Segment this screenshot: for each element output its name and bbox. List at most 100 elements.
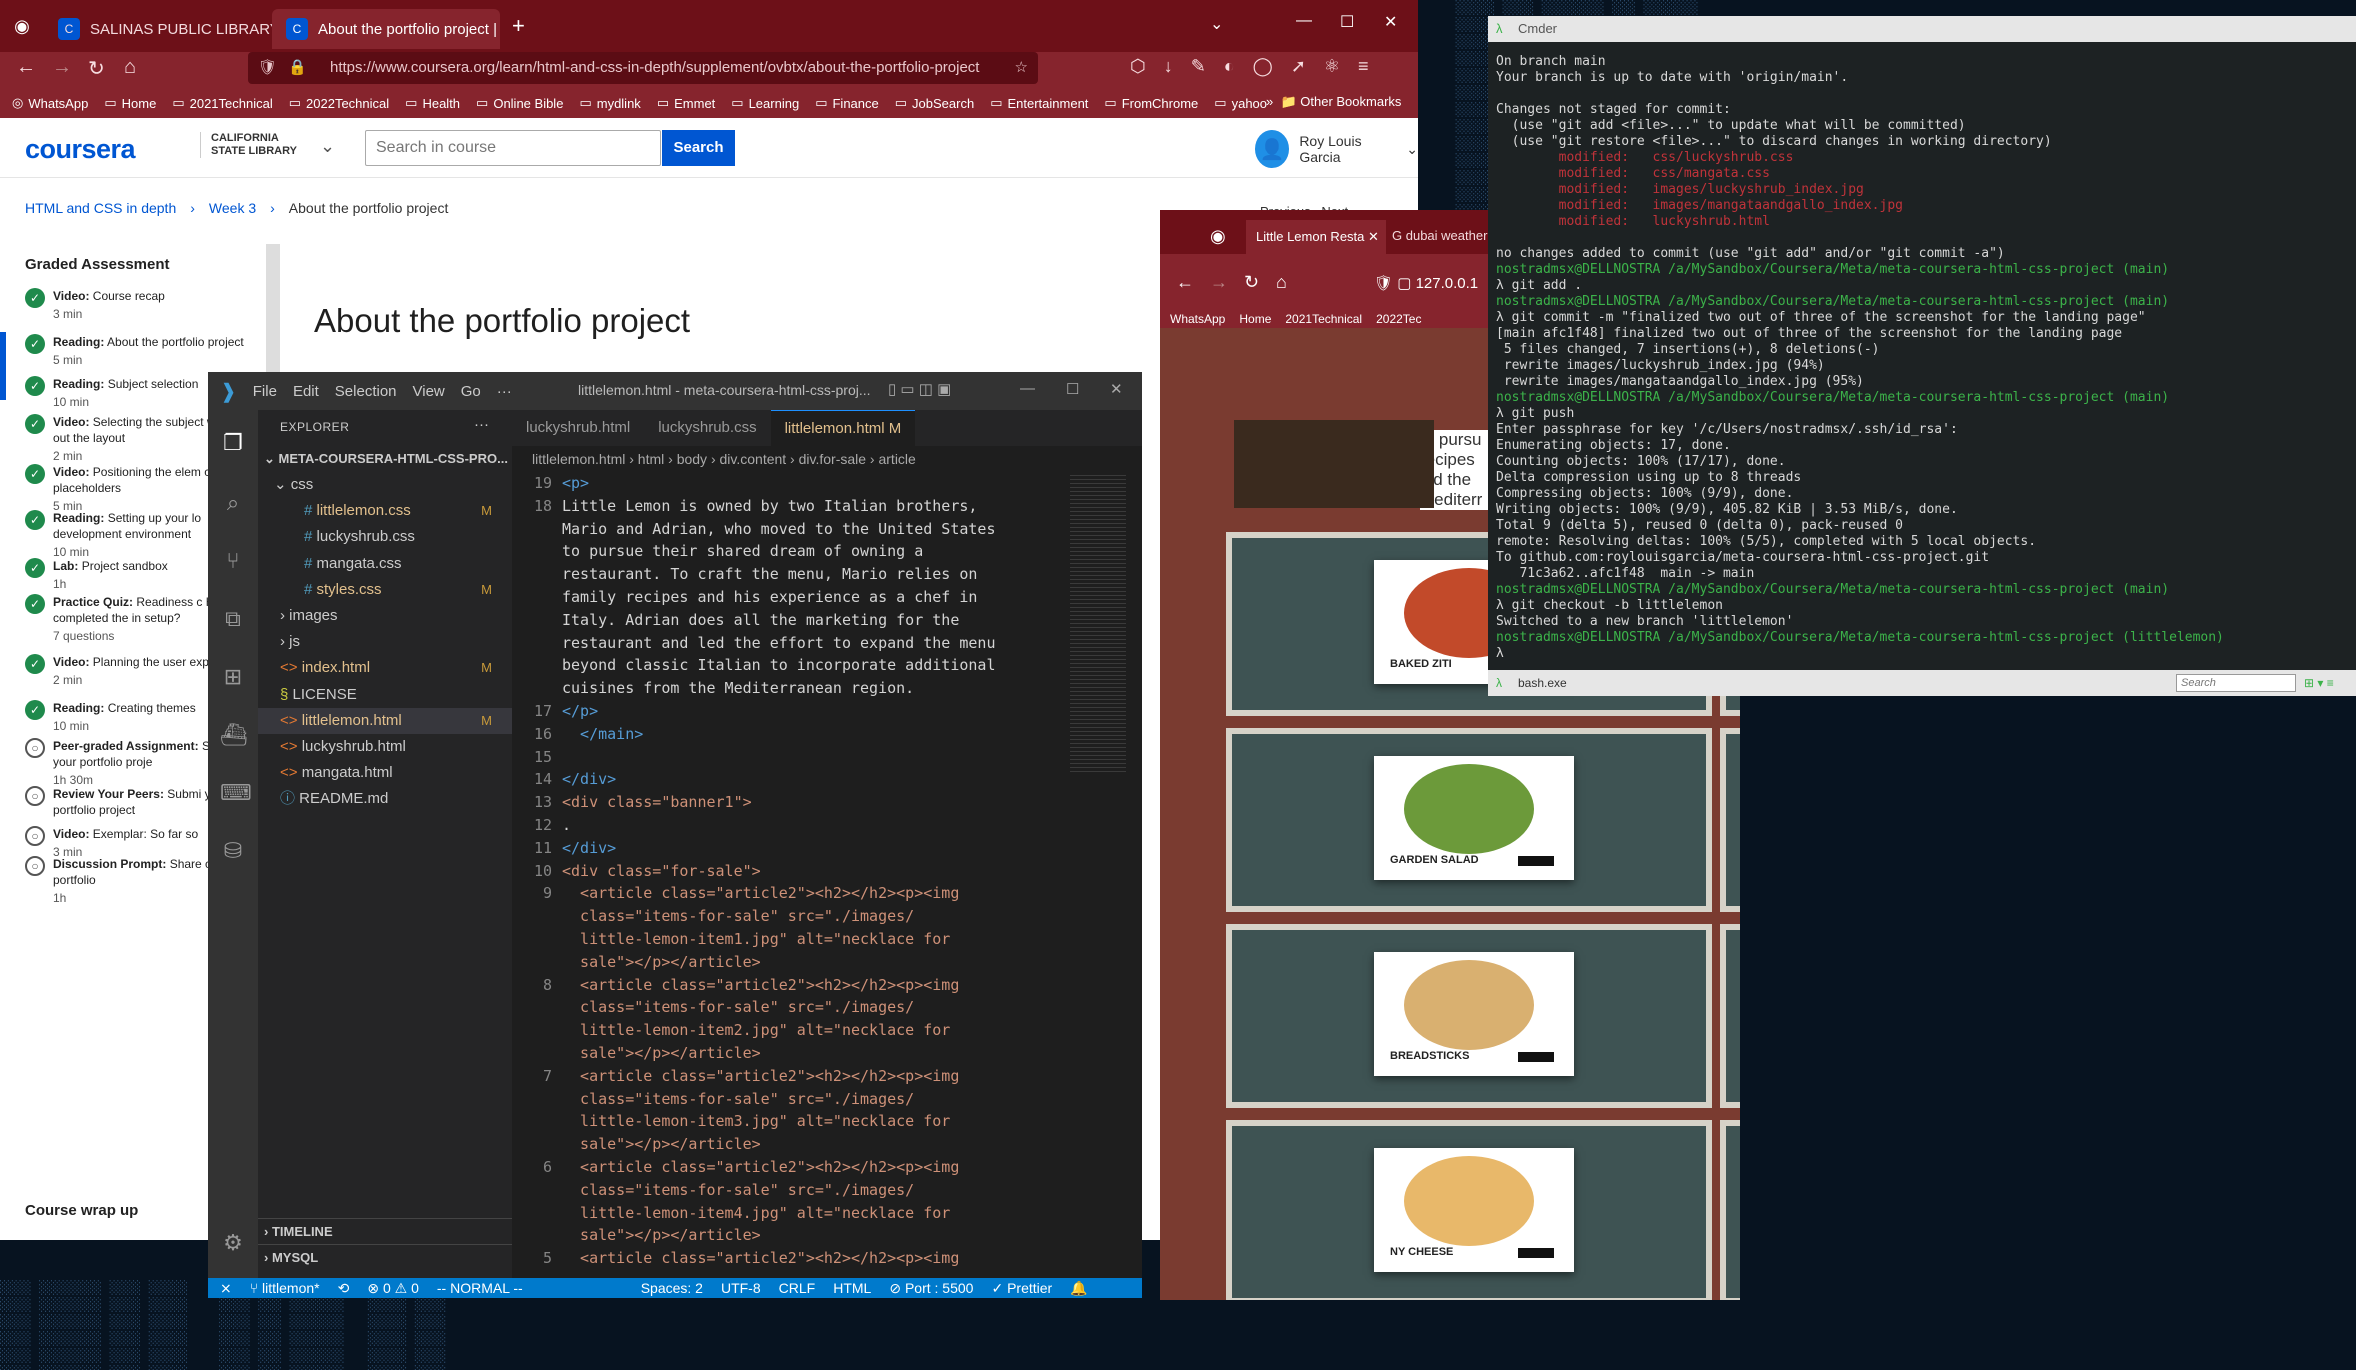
bookmark-10[interactable]: ▭ JobSearch xyxy=(895,95,974,111)
bookmark-6[interactable]: ▭ mydlink xyxy=(579,95,640,111)
bookmark-2[interactable]: 2021Technical xyxy=(1285,312,1362,326)
coursera-logo[interactable]: coursera xyxy=(25,134,136,165)
menu-item-image[interactable]: BREADSTICKS xyxy=(1374,952,1574,1076)
eol-status[interactable]: CRLF xyxy=(779,1280,816,1296)
file-item[interactable]: <> mangata.html xyxy=(258,760,512,786)
bookmark-7[interactable]: ▭ Emmet xyxy=(657,95,715,111)
menu-item[interactable]: File xyxy=(253,383,277,400)
encoding-status[interactable]: UTF-8 xyxy=(721,1280,761,1296)
order-button[interactable] xyxy=(1518,1052,1554,1062)
minimize-icon[interactable]: — xyxy=(1296,12,1312,30)
bookmark-13[interactable]: ▭ yahoo xyxy=(1214,95,1267,111)
terminal-output[interactable]: On branch main Your branch is up to date … xyxy=(1496,54,2356,662)
forward-icon[interactable]: → xyxy=(1210,272,1228,293)
bookmark-3[interactable]: ▭ 2022Technical xyxy=(289,95,389,111)
terminal-search-input[interactable]: Search xyxy=(2176,674,2296,692)
language-status[interactable]: HTML xyxy=(833,1280,871,1296)
new-tab-button[interactable]: + xyxy=(512,13,525,39)
tab-salinas[interactable]: C SALINAS PUBLIC LIBRARY | Co xyxy=(44,9,272,49)
file-item[interactable]: # luckyshrub.css xyxy=(258,524,512,550)
file-item[interactable]: # mangata.css xyxy=(258,551,512,577)
menu-item[interactable]: Selection xyxy=(335,383,397,400)
timeline-section[interactable]: › TIMELINE xyxy=(258,1218,512,1244)
editor-tab[interactable]: luckyshrub.html xyxy=(512,410,644,446)
file-item[interactable]: › images xyxy=(258,603,512,629)
firefox-icon[interactable]: ◉ xyxy=(1210,226,1226,247)
minimap[interactable] xyxy=(1070,472,1126,772)
search-icon[interactable]: ⌕ xyxy=(220,490,246,516)
toolbar-extensions[interactable]: ⬡↓✎◐◯➚⚛≡ xyxy=(1130,56,1387,77)
order-button[interactable] xyxy=(1518,856,1554,866)
file-item[interactable]: › js xyxy=(258,629,512,655)
branch-status[interactable]: ⑂ littlemon* xyxy=(250,1280,320,1296)
address-bar[interactable]: 🛡 ▢ 127.0.0.1 xyxy=(1374,274,1478,292)
editor-tab[interactable]: luckyshrub.css xyxy=(644,410,770,446)
editor-tab[interactable]: littlelemon.html M xyxy=(770,410,916,446)
gear-icon[interactable]: ⚙ xyxy=(220,1230,246,1256)
project-root[interactable]: ⌄ META-COURSERA-HTML-CSS-PRO... xyxy=(258,446,512,472)
more-icon[interactable]: ··· xyxy=(474,416,489,433)
other-bookmarks[interactable]: » 📁 Other Bookmarks xyxy=(1266,94,1401,110)
mysql-section[interactable]: › MYSQL xyxy=(258,1244,512,1270)
indent-status[interactable]: Spaces: 2 xyxy=(641,1280,703,1296)
problems-status[interactable]: ⊗ 0 ⚠ 0 xyxy=(367,1280,419,1297)
maximize-icon[interactable]: ☐ xyxy=(1066,380,1079,398)
back-icon[interactable]: ← xyxy=(1176,272,1194,293)
add-console-icon[interactable]: ⊞ ▾ ≡ xyxy=(2304,670,2334,696)
explorer-icon[interactable]: ❐ xyxy=(220,430,246,456)
file-item[interactable]: <> luckyshrub.html xyxy=(258,734,512,760)
bookmark-0[interactable]: ◎ WhatsApp xyxy=(12,95,88,111)
file-item[interactable]: <> littlelemon.html M xyxy=(258,707,512,734)
close-window-icon[interactable]: ✕ xyxy=(1384,12,1397,32)
firefox-icon[interactable]: ◉ xyxy=(0,16,44,37)
code-editor[interactable]: 19 <p> 18 Little Lemon is owned by two Ital… xyxy=(512,472,1142,1278)
partner-logo[interactable]: CALIFORNIA STATE LIBRARY xyxy=(200,132,297,158)
bookmark-8[interactable]: ▭ Learning xyxy=(731,95,799,111)
file-item[interactable]: ⌄ css xyxy=(258,472,512,498)
menu-item[interactable]: View xyxy=(413,383,445,400)
address-bar[interactable]: 🛡 🔒 https://www.coursera.org/learn/html-… xyxy=(248,52,1038,84)
menu-item-image[interactable]: GARDEN SALAD xyxy=(1374,756,1574,880)
close-window-icon[interactable]: ✕ xyxy=(1110,380,1123,398)
bookmark-11[interactable]: ▭ Entertainment xyxy=(990,95,1088,111)
remote-icon[interactable]: ⧉ xyxy=(220,606,246,632)
extensions-icon[interactable]: ⊞ xyxy=(220,664,246,690)
breadcrumb-course[interactable]: HTML and CSS in depth xyxy=(25,200,176,216)
file-item[interactable]: ⓘ README.md xyxy=(258,786,512,812)
reload-icon[interactable]: ↻ xyxy=(88,56,105,81)
live-server-status[interactable]: ⊘ Port : 5500 xyxy=(889,1280,973,1297)
menu-item[interactable]: ··· xyxy=(497,383,512,400)
file-item[interactable]: # styles.css M xyxy=(258,577,512,603)
database-icon[interactable]: ⛁ xyxy=(220,838,246,864)
user-menu[interactable]: 👤 Roy Louis Garcia ⌄ xyxy=(1255,130,1418,168)
bookmark-12[interactable]: ▭ FromChrome xyxy=(1104,95,1198,111)
home-icon[interactable]: ⌂ xyxy=(124,56,136,79)
editor-breadcrumb[interactable]: littlelemon.html › html › body › div.con… xyxy=(512,446,1142,472)
terminal-tab[interactable]: bash.exe xyxy=(1518,676,1567,690)
bookmark-9[interactable]: ▭ Finance xyxy=(815,95,879,111)
menu-item-image[interactable]: NY CHEESE xyxy=(1374,1148,1574,1272)
docker-icon[interactable]: ⛴ xyxy=(220,722,248,748)
search-button[interactable]: Search xyxy=(662,130,735,166)
tab-little-lemon[interactable]: Little Lemon Resta ✕ xyxy=(1246,220,1386,254)
bookmark-1[interactable]: ▭ Home xyxy=(104,95,156,111)
bookmark-5[interactable]: ▭ Online Bible xyxy=(476,95,563,111)
order-button[interactable] xyxy=(1518,1248,1554,1258)
breadcrumb-week[interactable]: Week 3 xyxy=(209,200,256,216)
home-icon[interactable]: ⌂ xyxy=(1276,272,1287,293)
lesson-item[interactable]: ✓ Reading: About the portfolio project 5 m… xyxy=(25,334,265,368)
bookmark-3[interactable]: 2022Tec xyxy=(1376,312,1421,326)
terminal-icon[interactable]: ⌨ xyxy=(220,780,252,806)
file-item[interactable]: § LICENSE xyxy=(258,682,512,708)
minimize-icon[interactable]: — xyxy=(1020,380,1035,397)
maximize-icon[interactable]: ☐ xyxy=(1340,12,1354,32)
file-item[interactable]: # littlelemon.css M xyxy=(258,498,512,524)
reload-icon[interactable]: ↻ xyxy=(1244,272,1259,293)
menu-item[interactable]: Edit xyxy=(293,383,319,400)
bookmark-4[interactable]: ▭ Health xyxy=(405,95,460,111)
source-control-icon[interactable]: ⑂ xyxy=(220,548,246,574)
back-icon[interactable]: ← xyxy=(16,56,36,79)
file-item[interactable]: <> index.html M xyxy=(258,655,512,681)
bell-icon[interactable]: 🔔 xyxy=(1070,1280,1087,1297)
remote-status-icon[interactable]: ⨯ xyxy=(220,1280,232,1297)
